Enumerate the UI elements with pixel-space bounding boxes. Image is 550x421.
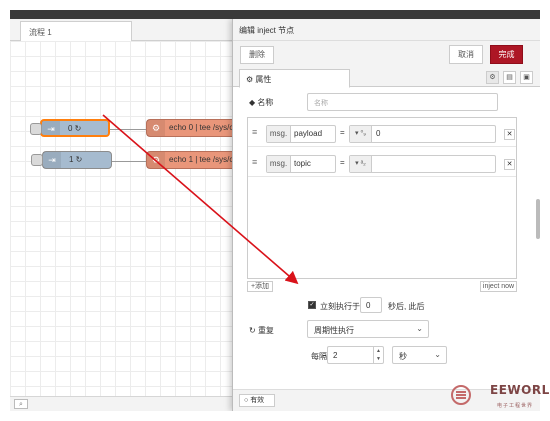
watermark-subtitle: 电子工程世界 xyxy=(497,403,534,409)
eeworld-logo-icon xyxy=(451,385,471,405)
watermark-brand: EEWORLD xyxy=(490,383,550,397)
annotation-arrow xyxy=(102,114,299,285)
watermark: EEWORLD 电子工程世界 xyxy=(450,380,550,415)
